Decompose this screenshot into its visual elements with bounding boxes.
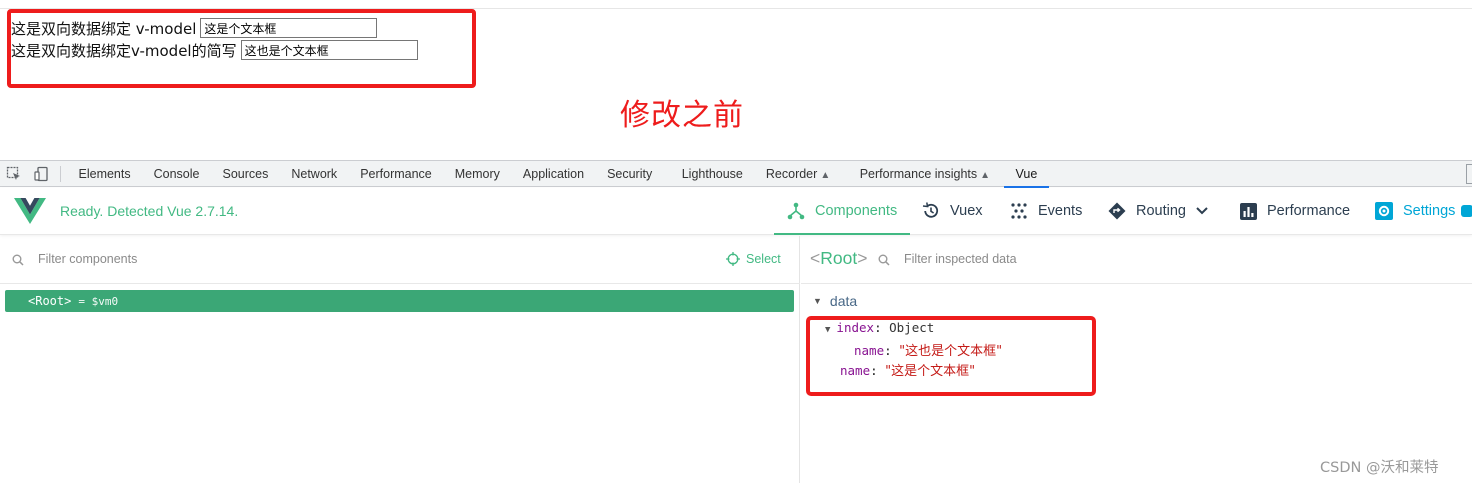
nav-routing-label: Routing <box>1136 203 1186 219</box>
events-icon <box>1010 202 1028 220</box>
nav-settings-label: Settings <box>1403 203 1456 219</box>
tab-console[interactable]: Console <box>142 161 211 187</box>
tab-performance[interactable]: Performance <box>349 161 444 187</box>
overflow-handle[interactable] <box>1466 164 1472 184</box>
watermark: CSDN @沃和莱特 <box>1320 460 1439 476</box>
root-vm-ref: = $vm0 <box>78 294 119 308</box>
search-icon <box>12 254 24 266</box>
nav-settings[interactable]: Settings <box>1375 188 1472 234</box>
nav-components-label: Components <box>815 203 898 219</box>
tab-application[interactable]: Application <box>511 161 595 187</box>
tab-sources[interactable]: Sources <box>211 161 280 187</box>
inspect-element-icon[interactable] <box>0 161 28 187</box>
tab-elements[interactable]: Elements <box>67 161 142 187</box>
inspector-header: <Root> Filter inspected data <box>801 236 1472 284</box>
nav-events-label: Events <box>1038 203 1083 219</box>
search-icon <box>878 254 890 266</box>
routing-icon <box>1108 202 1126 220</box>
data-section-label: data <box>829 293 858 309</box>
chevron-down-icon <box>1196 207 1208 215</box>
title-name: Root <box>820 248 858 268</box>
history-icon <box>922 202 940 220</box>
inspected-data-filter-input[interactable]: Filter inspected data <box>904 252 1017 266</box>
bar-chart-icon <box>1239 202 1257 220</box>
data-section-toggle[interactable]: ▼ data <box>813 293 857 309</box>
flask-icon: ▲ <box>820 169 831 181</box>
nav-vuex-label: Vuex <box>950 203 983 219</box>
highlight-box-inputs <box>7 9 476 88</box>
nav-components[interactable]: Components <box>773 188 911 235</box>
vue-logo-icon <box>14 198 46 224</box>
tab-memory[interactable]: Memory <box>443 161 511 187</box>
nav-performance[interactable]: Performance <box>1239 188 1350 234</box>
vue-status-text: Ready. Detected Vue 2.7.14. <box>60 203 239 219</box>
tab-recorder[interactable]: Recorder ▲ <box>754 161 848 187</box>
device-toolbar-icon[interactable] <box>28 161 56 187</box>
tab-security[interactable]: Security <box>596 161 671 187</box>
page-preview: 这是双向数据绑定 v-model 这是双向数据绑定v-model的简写 修改之前 <box>0 0 1472 160</box>
tab-vue[interactable]: Vue <box>1004 161 1049 188</box>
target-icon <box>726 252 740 266</box>
component-tree-root-row[interactable]: <Root> = $vm0 <box>5 290 794 312</box>
tab-performance-insights[interactable]: Performance insights ▲ <box>848 161 1004 187</box>
title-bracket-open: < <box>810 248 821 268</box>
component-filter-bar: Filter components Select <box>0 236 800 284</box>
tab-performance-insights-label: Performance insights <box>859 166 978 181</box>
inspected-component-title: <Root> <box>810 248 867 269</box>
new-badge-icon <box>1461 205 1472 217</box>
tab-network[interactable]: Network <box>280 161 349 187</box>
highlight-box-data <box>806 316 1096 396</box>
nav-routing[interactable]: Routing <box>1108 188 1208 234</box>
nav-events[interactable]: Events <box>1010 188 1082 234</box>
tab-recorder-label: Recorder <box>765 166 818 181</box>
component-tree-pane: Filter components Select <Root> = $vm0 <box>0 236 800 483</box>
caret-down-icon: ▼ <box>813 296 822 306</box>
devtools-tab-bar: Elements Console Sources Network Perform… <box>0 160 1472 188</box>
components-icon <box>787 202 805 220</box>
select-label: Select <box>746 252 781 266</box>
tab-lighthouse[interactable]: Lighthouse <box>670 161 754 187</box>
flask-icon: ▲ <box>980 169 991 181</box>
gear-icon <box>1375 202 1393 220</box>
component-filter-input[interactable]: Filter components <box>38 252 137 266</box>
nav-vuex[interactable]: Vuex <box>922 188 983 234</box>
nav-performance-label: Performance <box>1267 203 1351 219</box>
annotation-text: 修改之前 <box>620 98 744 133</box>
toolbar-separator <box>60 165 61 182</box>
title-bracket-close: > <box>857 248 868 268</box>
root-component-name: <Root> <box>28 294 72 308</box>
select-component-button[interactable]: Select <box>726 252 781 266</box>
vue-devtools-header: Ready. Detected Vue 2.7.14. Components V… <box>0 188 1472 235</box>
